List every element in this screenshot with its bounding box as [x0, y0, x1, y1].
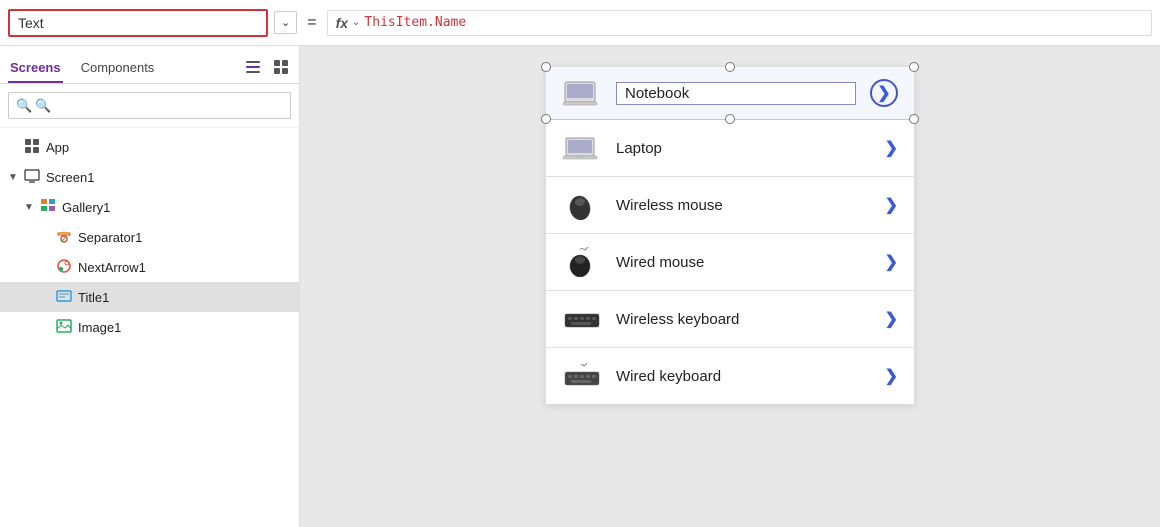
- main-layout: Screens Components: [0, 46, 1160, 527]
- wireless-mouse-image: [562, 189, 602, 221]
- tab-screens[interactable]: Screens: [8, 54, 63, 83]
- handle-tl: [541, 62, 551, 72]
- wireless-keyboard-arrow[interactable]: ❯: [885, 309, 898, 329]
- tree-item-title1[interactable]: Title1: [0, 282, 299, 312]
- notebook-arrow[interactable]: ❯: [870, 79, 898, 107]
- gallery1-icon: [40, 198, 56, 217]
- equals-sign: =: [303, 14, 320, 32]
- property-chevron-button[interactable]: ⌄: [274, 11, 297, 34]
- search-input-wrap: 🔍: [8, 92, 291, 119]
- gallery-item-laptop[interactable]: Laptop ❯: [546, 120, 914, 177]
- tab-components[interactable]: Components: [79, 54, 157, 83]
- image1-icon: [56, 318, 72, 337]
- app-icon: [24, 138, 40, 157]
- tree: App ▼ Screen1 ▼: [0, 128, 299, 527]
- tree-item-gallery1[interactable]: ▼ Gallery1: [0, 192, 299, 222]
- gallery1-arrow: ▼: [24, 202, 36, 213]
- tab-view-icons: [243, 57, 291, 80]
- tree-item-title1-label: Title1: [78, 290, 109, 305]
- wired-mouse-arrow[interactable]: ❯: [885, 252, 898, 272]
- tree-item-image1-label: Image1: [78, 320, 121, 335]
- wired-mouse-label: Wired mouse: [616, 254, 871, 271]
- gallery-item-wireless-mouse[interactable]: Wireless mouse ❯: [546, 177, 914, 234]
- nextarrow1-icon: [56, 258, 72, 277]
- formula-bar: fx ⌄ ThisItem.Name: [327, 10, 1152, 36]
- formula-icon: fx: [336, 15, 348, 31]
- tree-item-screen1-label: Screen1: [46, 170, 94, 185]
- wired-keyboard-arrow[interactable]: ❯: [885, 366, 898, 386]
- tree-item-screen1[interactable]: ▼ Screen1: [0, 162, 299, 192]
- search-icon: 🔍: [16, 98, 32, 114]
- handle-tr: [909, 62, 919, 72]
- tree-item-image1[interactable]: Image1: [0, 312, 299, 342]
- gallery-item-wireless-keyboard[interactable]: Wireless keyboard ❯: [546, 291, 914, 348]
- formula-chevron[interactable]: ⌄: [352, 17, 360, 28]
- sidebar: Screens Components: [0, 46, 300, 527]
- wired-keyboard-label: Wired keyboard: [616, 368, 871, 385]
- list-view-icon[interactable]: [243, 57, 263, 80]
- search-box: 🔍: [0, 84, 299, 128]
- search-input[interactable]: [8, 92, 291, 119]
- gallery-item-wired-keyboard[interactable]: Wired keyboard ❯: [546, 348, 914, 404]
- wireless-keyboard-image: [562, 303, 602, 335]
- notebook-image: [562, 77, 602, 109]
- image1-arrow: [40, 322, 52, 333]
- wired-keyboard-image: [562, 360, 602, 392]
- laptop-image: [562, 132, 602, 164]
- title1-icon: [56, 288, 72, 307]
- laptop-label: Laptop: [616, 140, 871, 157]
- screen1-arrow: ▼: [8, 172, 20, 183]
- tree-item-nextarrow1[interactable]: NextArrow1: [0, 252, 299, 282]
- wireless-keyboard-label: Wireless keyboard: [616, 311, 871, 328]
- tree-item-gallery1-label: Gallery1: [62, 200, 110, 215]
- tree-item-nextarrow1-label: NextArrow1: [78, 260, 146, 275]
- wired-mouse-image: [562, 246, 602, 278]
- laptop-arrow[interactable]: ❯: [885, 138, 898, 158]
- screen1-icon: [24, 168, 40, 187]
- property-input[interactable]: [8, 9, 268, 37]
- gallery-panel: Notebook ❯ Laptop ❯: [545, 66, 915, 405]
- sidebar-tabs: Screens Components: [0, 46, 299, 84]
- separator1-arrow: [40, 232, 52, 243]
- wireless-mouse-arrow[interactable]: ❯: [885, 195, 898, 215]
- tree-item-app-label: App: [46, 140, 69, 155]
- notebook-label-selected: Notebook: [616, 82, 856, 105]
- handle-tc: [725, 62, 735, 72]
- tree-item-separator1[interactable]: Separator1: [0, 222, 299, 252]
- gallery-item-wired-mouse[interactable]: Wired mouse ❯: [546, 234, 914, 291]
- top-bar: ⌄ = fx ⌄ ThisItem.Name: [0, 0, 1160, 46]
- wireless-mouse-label: Wireless mouse: [616, 197, 871, 214]
- nextarrow1-arrow: [40, 262, 52, 273]
- separator1-icon: [56, 228, 72, 247]
- formula-text: ThisItem.Name: [364, 15, 466, 30]
- tree-item-app[interactable]: App: [0, 132, 299, 162]
- grid-view-icon[interactable]: [271, 57, 291, 80]
- app-arrow: [8, 142, 20, 153]
- content-area: Notebook ❯ Laptop ❯: [300, 46, 1160, 527]
- gallery-item-notebook[interactable]: Notebook ❯: [546, 67, 914, 120]
- title1-arrow: [40, 292, 52, 303]
- tree-item-separator1-label: Separator1: [78, 230, 142, 245]
